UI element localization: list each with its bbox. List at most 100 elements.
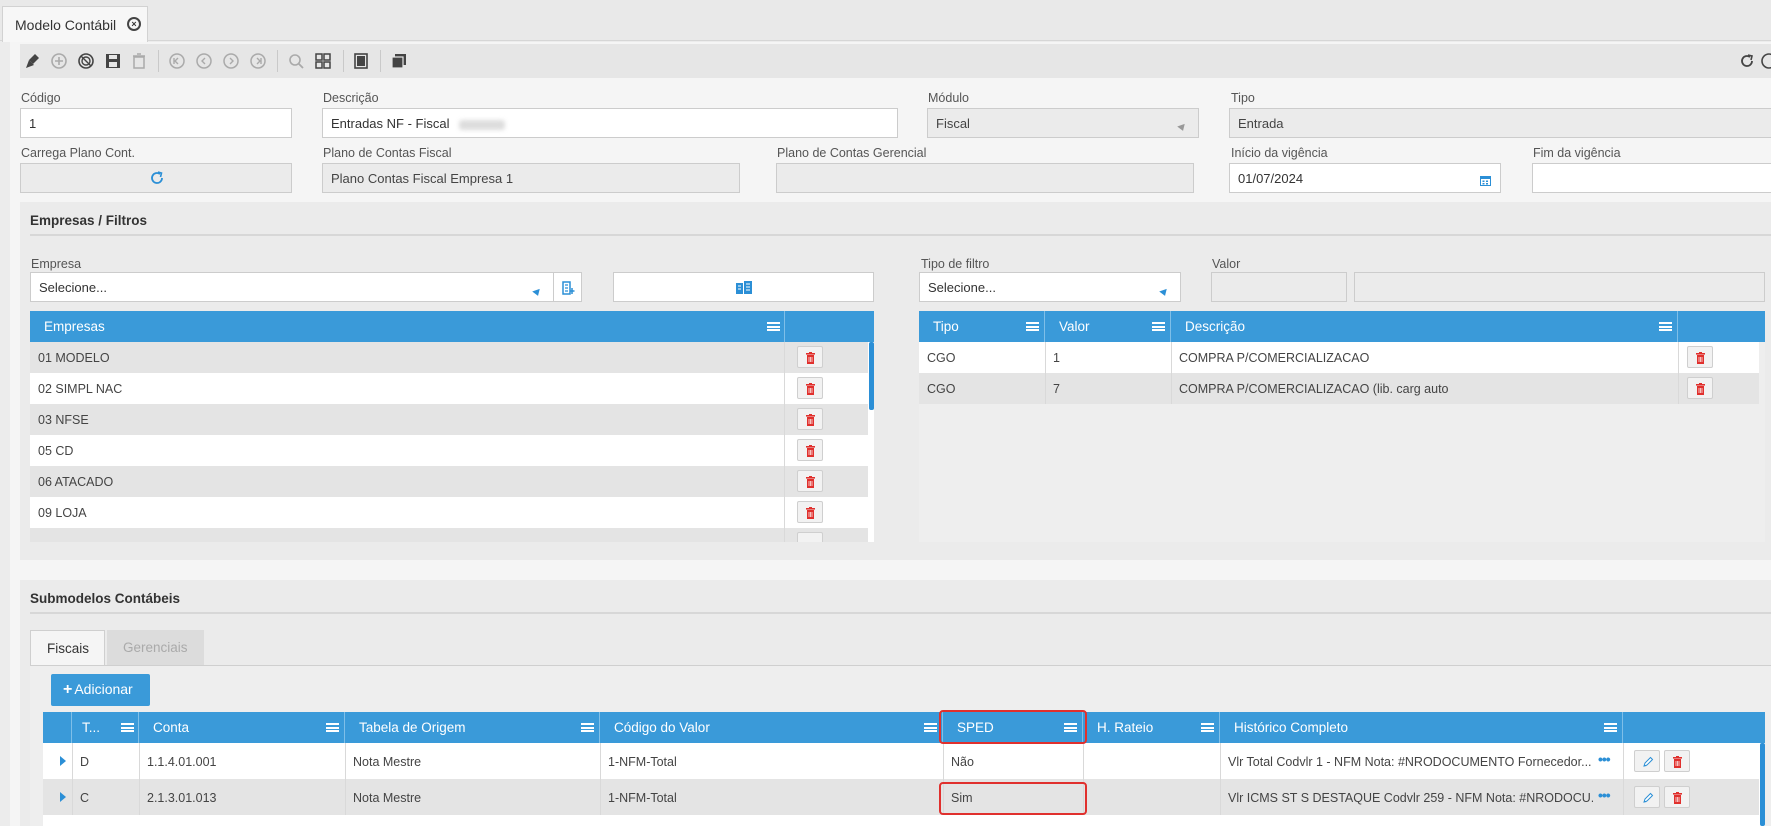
empresas-buildings-button[interactable]	[613, 272, 874, 302]
column-menu-icon[interactable]	[581, 723, 594, 732]
descricao-input[interactable]: Entradas NF - Fiscal	[322, 108, 898, 138]
toolbar-separator	[343, 50, 344, 72]
codigo-label: Código	[21, 91, 61, 105]
broom-icon[interactable]	[24, 52, 42, 70]
edit-button[interactable]	[1634, 786, 1660, 808]
first-icon[interactable]	[168, 52, 186, 70]
save-icon[interactable]	[104, 52, 122, 70]
plano-fiscal-input[interactable]: Plano Contas Fiscal Empresa 1	[322, 163, 740, 193]
inicio-vigencia-input[interactable]: 01/07/2024	[1229, 163, 1501, 193]
scrollbar[interactable]	[1760, 743, 1765, 826]
empresas-grid: Empresas 01 MODELO 02 SIMPL NAC 03 NFSE 05 …	[30, 311, 874, 542]
column-header-descricao[interactable]: Descrição	[1171, 311, 1678, 342]
refresh-icon[interactable]	[1738, 52, 1756, 70]
delete-button[interactable]	[797, 470, 823, 492]
more-icon[interactable]: •••	[1598, 787, 1611, 803]
table-row[interactable]: C 2.1.3.01.013 Nota Mestre 1-NFM-Total Sim Vl…	[43, 779, 1759, 815]
tab-fiscais[interactable]: Fiscais	[30, 630, 105, 666]
table-row[interactable]: 01 MODELO	[30, 342, 868, 373]
plus-icon: +	[63, 681, 73, 698]
table-row[interactable]: CGO 1 COMPRA P/COMERCIALIZACAO	[919, 342, 1759, 373]
carrega-plano-button[interactable]	[20, 163, 292, 193]
grid-icon[interactable]	[314, 52, 332, 70]
delete-button[interactable]	[797, 532, 823, 542]
table-row[interactable]: D 1.1.4.01.001 Nota Mestre 1-NFM-Total Não Vl…	[43, 743, 1759, 779]
table-row-partial[interactable]	[30, 528, 868, 542]
valor-input[interactable]	[1211, 272, 1347, 302]
column-header-conta[interactable]: Conta	[139, 712, 345, 743]
table-row[interactable]: 09 LOJA	[30, 497, 868, 528]
column-menu-icon[interactable]	[1604, 723, 1617, 732]
codigo-input[interactable]: 1	[20, 108, 292, 138]
column-divider	[784, 497, 785, 528]
column-header-tipo[interactable]: Tipo	[919, 311, 1045, 342]
delete-button[interactable]	[797, 377, 823, 399]
column-header-historico[interactable]: Histórico Completo	[1220, 712, 1623, 743]
column-menu-icon[interactable]	[1152, 322, 1165, 331]
tab-gerenciais[interactable]: Gerenciais	[107, 630, 204, 666]
plano-gerencial-input[interactable]	[776, 163, 1194, 193]
edit-button[interactable]	[1634, 750, 1660, 772]
delete-button[interactable]	[1687, 346, 1713, 368]
expand-row-icon[interactable]	[60, 792, 66, 802]
tipo-filtro-select[interactable]: Selecione...	[919, 272, 1181, 302]
delete-button[interactable]	[797, 346, 823, 368]
delete-button[interactable]	[1664, 786, 1690, 808]
column-header-codigo-valor[interactable]: Código do Valor	[600, 712, 943, 743]
calendar-icon[interactable]	[1480, 174, 1491, 189]
cancel-circle-icon[interactable]	[77, 52, 95, 70]
close-tab-icon[interactable]: ×	[127, 17, 141, 31]
column-menu-icon[interactable]	[924, 723, 937, 732]
table-row[interactable]: 05 CD	[30, 435, 868, 466]
column-menu-icon[interactable]	[1026, 322, 1039, 331]
adicionar-button[interactable]: + Adicionar	[51, 674, 150, 706]
column-menu-icon[interactable]	[121, 723, 134, 732]
delete-button[interactable]	[797, 408, 823, 430]
prev-icon[interactable]	[195, 52, 213, 70]
descricao-cell: COMPRA P/COMERCIALIZACAO (lib. carg auto	[1179, 382, 1449, 396]
column-header-tabela-origem[interactable]: Tabela de Origem	[345, 712, 600, 743]
column-menu-icon[interactable]	[1659, 322, 1672, 331]
help-icon[interactable]	[1760, 52, 1771, 70]
column-menu-icon[interactable]	[1201, 723, 1214, 732]
valor-label: Valor	[1212, 257, 1241, 271]
table-row[interactable]: 03 NFSE	[30, 404, 868, 435]
add-circle-icon[interactable]	[50, 52, 68, 70]
modulo-label: Módulo	[928, 91, 969, 105]
modulo-select[interactable]: Fiscal	[927, 108, 1199, 138]
add-empresa-button[interactable]	[553, 272, 582, 302]
expand-row-icon[interactable]	[60, 756, 66, 766]
tab-modelo-contabil[interactable]: Modelo Contábil ×	[2, 6, 148, 42]
delete-button[interactable]	[797, 439, 823, 461]
descricao-cell: COMPRA P/COMERCIALIZACAO	[1179, 351, 1370, 365]
valor-descricao-input[interactable]	[1354, 272, 1765, 302]
square-icon[interactable]	[352, 52, 370, 70]
conta-cell: 2.1.3.01.013	[147, 791, 217, 805]
trash-icon[interactable]	[130, 52, 148, 70]
scrollbar[interactable]	[869, 342, 874, 410]
column-header-tipo[interactable]: T...	[72, 712, 139, 743]
column-header-valor[interactable]: Valor	[1045, 311, 1171, 342]
next-icon[interactable]	[222, 52, 240, 70]
table-row[interactable]: 06 ATACADO	[30, 466, 868, 497]
table-row[interactable]: CGO 7 COMPRA P/COMERCIALIZACAO (lib. carg …	[919, 373, 1759, 404]
column-divider	[1623, 743, 1624, 779]
fim-vigencia-input[interactable]	[1532, 163, 1771, 193]
delete-button[interactable]	[1664, 750, 1690, 772]
delete-button[interactable]	[797, 501, 823, 523]
delete-button[interactable]	[1687, 377, 1713, 399]
empresas-grid-header: Empresas	[30, 311, 874, 342]
search-icon[interactable]	[287, 52, 305, 70]
last-icon[interactable]	[249, 52, 267, 70]
column-header-empresas[interactable]: Empresas	[30, 311, 785, 342]
table-row[interactable]: 02 SIMPL NAC	[30, 373, 868, 404]
sped-header-highlight	[939, 710, 1087, 744]
empresa-select[interactable]: Selecione...	[30, 272, 554, 302]
inicio-vigencia-label: Início da vigência	[1231, 146, 1328, 160]
column-menu-icon[interactable]	[326, 723, 339, 732]
column-menu-icon[interactable]	[767, 322, 780, 331]
more-icon[interactable]: •••	[1598, 751, 1611, 767]
copy-icon[interactable]	[390, 52, 408, 70]
column-header-h-rateio[interactable]: H. Rateio	[1083, 712, 1220, 743]
tipo-select[interactable]: Entrada	[1229, 108, 1771, 138]
